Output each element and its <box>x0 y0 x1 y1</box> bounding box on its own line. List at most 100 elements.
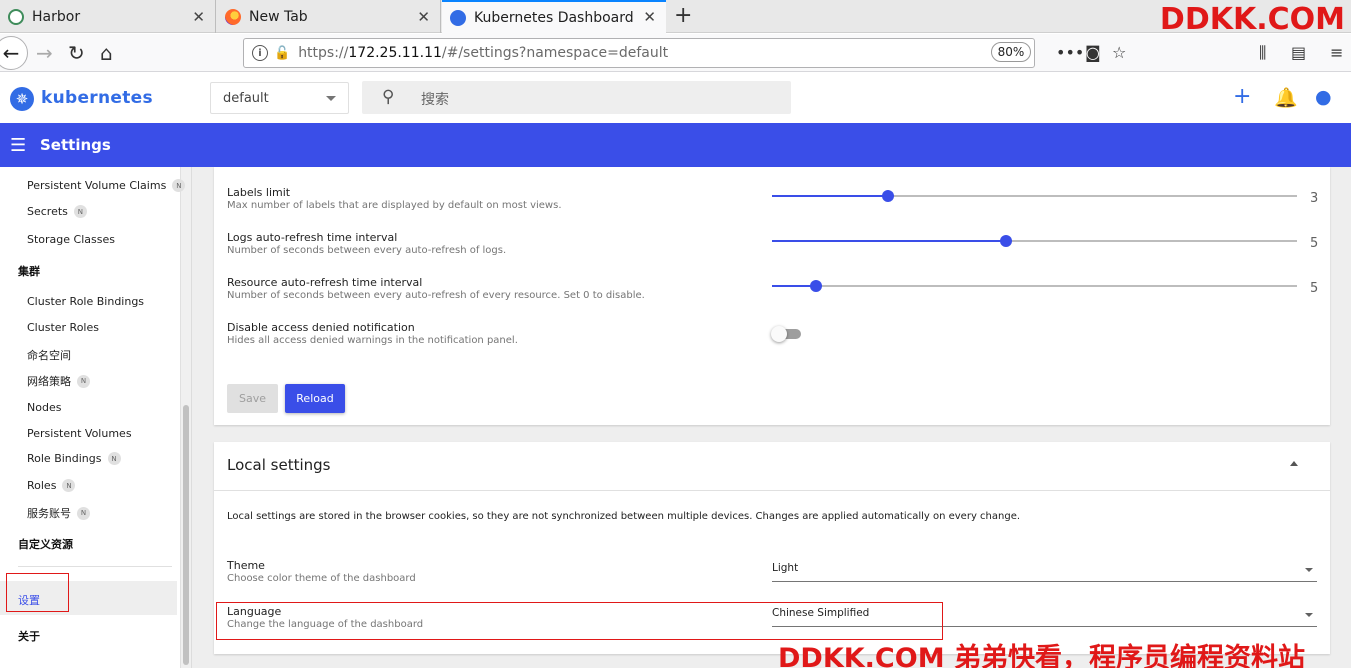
namespaced-badge: N <box>172 179 186 192</box>
logs-refresh-desc: Number of seconds between every auto-ref… <box>227 245 507 256</box>
account-icon[interactable]: ● <box>1315 86 1332 108</box>
hamburger-menu-icon[interactable]: ☰ <box>10 135 26 156</box>
notifications-bell-icon[interactable]: 🔔 <box>1274 86 1298 109</box>
watermark-top: DDKK.COM <box>1159 2 1345 37</box>
theme-label: Theme <box>227 559 265 572</box>
bookmark-star-icon[interactable]: ☆ <box>1112 43 1126 62</box>
sidebar-item-nodes[interactable]: Nodes <box>27 401 61 414</box>
slider-handle[interactable] <box>809 280 822 292</box>
save-button[interactable]: Save <box>227 384 278 413</box>
resource-refresh-slider[interactable] <box>772 280 1297 292</box>
tab-kubernetes-dashboard[interactable]: Kubernetes Dashboard ✕ <box>442 0 666 34</box>
page-title: Settings <box>40 136 111 154</box>
home-icon[interactable]: ⌂ <box>100 41 113 65</box>
namespaced-badge: N <box>73 205 87 218</box>
resource-refresh-label: Resource auto-refresh time interval <box>227 276 423 289</box>
title-bar: ☰ Settings <box>0 123 1351 167</box>
close-icon[interactable]: ✕ <box>643 8 656 26</box>
zoom-level[interactable]: 80% <box>991 42 1031 62</box>
sidebar-item-namespaces[interactable]: 命名空间 <box>27 347 71 363</box>
app-header: ✵ kubernetes default ⚲ 搜索 <box>0 73 1351 123</box>
sidebar-heading-custom-resources[interactable]: 自定义资源 <box>18 536 73 552</box>
tab-label: Harbor <box>32 8 81 25</box>
labels-limit-label: Labels limit <box>227 186 291 199</box>
brand-name[interactable]: kubernetes <box>41 88 153 108</box>
browser-tab-strip: Harbor ✕ New Tab ✕ Kubernetes Dashboard … <box>0 0 1351 37</box>
reload-button[interactable]: Reload <box>285 384 345 413</box>
sidebar-scrollbar-thumb[interactable] <box>183 405 189 665</box>
chevron-down-icon <box>1305 568 1313 572</box>
card-divider <box>214 490 1330 491</box>
new-tab-plus-icon[interactable]: + <box>674 3 692 28</box>
menu-icon[interactable]: ≡ <box>1330 43 1343 62</box>
disable-denied-label: Disable access denied notification <box>227 321 415 334</box>
namespaced-badge: N <box>107 452 121 465</box>
pocket-icon[interactable]: ◙ <box>1085 43 1101 62</box>
labels-limit-value: 3 <box>1310 191 1319 206</box>
logs-refresh-label: Logs auto-refresh time interval <box>227 231 398 244</box>
sidebar-item-roles[interactable]: Roles N <box>27 479 76 492</box>
sidebar-toggle-icon[interactable]: ▤ <box>1291 43 1306 62</box>
sidebar-item-service-accounts[interactable]: 服务账号 N <box>27 505 90 521</box>
slider-fill <box>772 240 1006 242</box>
slider-handle[interactable] <box>999 235 1012 247</box>
harbor-favicon-icon <box>8 8 24 25</box>
watermark-bottom: DDKK.COM 弟弟快看，程序员编程资料站 <box>778 643 1305 668</box>
namespaced-badge: N <box>77 374 90 388</box>
forward-arrow-icon[interactable]: → <box>36 41 53 65</box>
sidebar-heading-cluster[interactable]: 集群 <box>18 263 40 279</box>
create-plus-icon[interactable]: + <box>1233 84 1251 109</box>
namespaced-badge: N <box>77 506 90 520</box>
namespace-select[interactable]: default <box>210 82 349 114</box>
reload-icon[interactable]: ↻ <box>68 41 85 65</box>
insecure-lock-icon[interactable]: 🔓 <box>274 46 290 61</box>
theme-select[interactable]: Light <box>772 562 1317 582</box>
tab-label: Kubernetes Dashboard <box>474 10 634 26</box>
close-icon[interactable]: ✕ <box>417 8 430 26</box>
local-settings-title: Local settings <box>227 456 331 474</box>
theme-value: Light <box>772 562 799 574</box>
sidebar-item-persistent-volume-claims[interactable]: Persistent Volume Claims N <box>27 179 186 192</box>
url-bar[interactable]: i 🔓 https://172.25.11.11/#/settings?name… <box>243 38 1035 68</box>
info-icon[interactable]: i <box>252 45 268 61</box>
labels-limit-slider[interactable] <box>772 190 1297 202</box>
sidebar-divider <box>18 566 172 567</box>
firefox-favicon-icon <box>225 8 241 25</box>
tab-new-tab[interactable]: New Tab ✕ <box>217 0 441 33</box>
kubernetes-favicon-icon <box>450 10 466 26</box>
page-actions-icon[interactable]: ••• <box>1056 43 1084 62</box>
search-input[interactable]: ⚲ 搜索 <box>362 81 791 114</box>
labels-limit-desc: Max number of labels that are displayed … <box>227 200 562 211</box>
resource-refresh-desc: Number of seconds between every auto-ref… <box>227 290 645 301</box>
library-icon[interactable]: ⫼ <box>1259 43 1266 63</box>
disable-denied-desc: Hides all access denied warnings in the … <box>227 335 518 346</box>
chevron-down-icon <box>1305 613 1313 617</box>
logs-refresh-slider[interactable] <box>772 235 1297 247</box>
tab-harbor[interactable]: Harbor ✕ <box>0 0 216 33</box>
sidebar-item-persistent-volumes[interactable]: Persistent Volumes <box>27 427 132 440</box>
sidebar-item-network-policies[interactable]: 网络策略 N <box>27 373 90 389</box>
namespace-value: default <box>223 91 269 106</box>
namespaced-badge: N <box>62 479 76 492</box>
search-icon: ⚲ <box>382 87 395 107</box>
sidebar-item-role-bindings[interactable]: Role Bindings N <box>27 452 121 465</box>
slider-fill <box>772 195 888 197</box>
theme-desc: Choose color theme of the dashboard <box>227 573 416 584</box>
annotation-highlight-language <box>216 602 943 640</box>
sidebar-item-cluster-role-bindings[interactable]: Cluster Role Bindings <box>27 295 144 308</box>
sidebar-item-secrets[interactable]: Secrets N <box>27 205 87 218</box>
close-icon[interactable]: ✕ <box>192 8 205 26</box>
url-text: https://172.25.11.11/#/settings?namespac… <box>298 45 669 61</box>
sidebar-item-cluster-roles[interactable]: Cluster Roles <box>27 321 99 334</box>
kubernetes-logo-icon[interactable]: ✵ <box>10 87 34 111</box>
chevron-up-icon[interactable] <box>1290 461 1298 466</box>
sidebar-item-about[interactable]: 关于 <box>18 628 40 644</box>
tab-label: New Tab <box>249 8 308 25</box>
slider-handle[interactable] <box>881 190 894 202</box>
chevron-down-icon <box>326 96 336 101</box>
resource-refresh-value: 5 <box>1310 281 1319 296</box>
toggle-handle[interactable] <box>771 326 787 342</box>
sidebar-item-storage-classes[interactable]: Storage Classes <box>27 233 115 246</box>
local-settings-description: Local settings are stored in the browser… <box>227 511 1021 522</box>
logs-refresh-value: 5 <box>1310 236 1319 251</box>
